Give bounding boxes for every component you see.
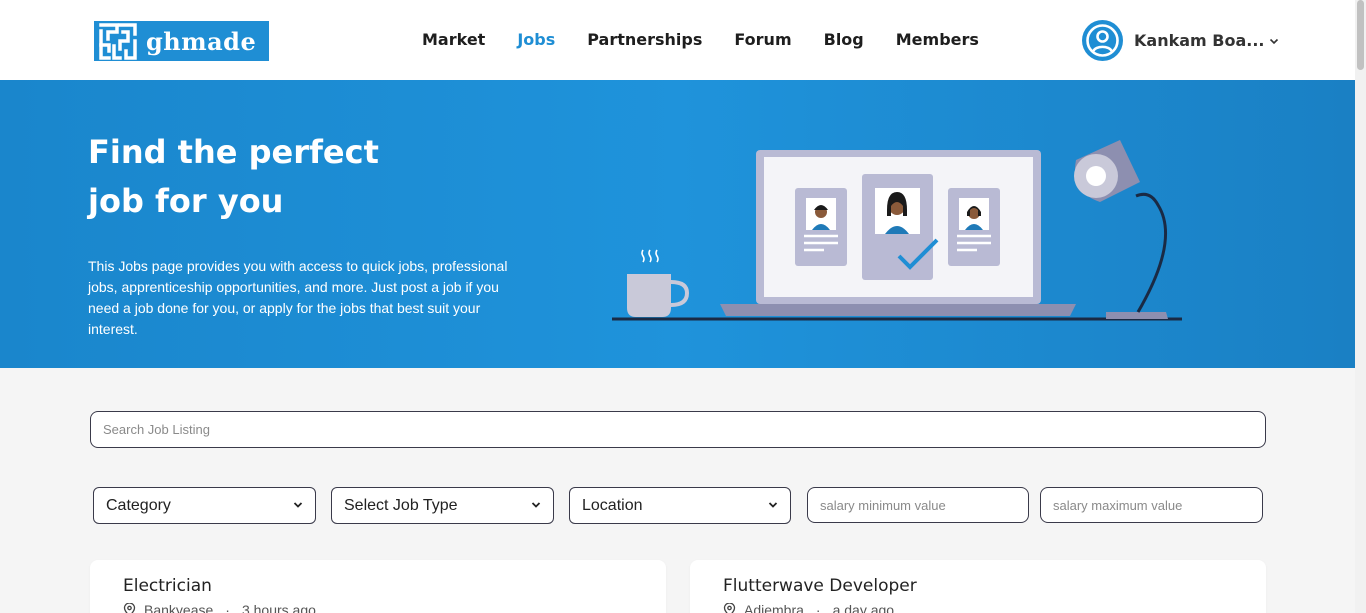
job-location: Adiembra: [744, 602, 804, 613]
category-select-value: Category: [106, 496, 171, 514]
scrollbar-thumb[interactable]: [1357, 0, 1364, 70]
job-type-select[interactable]: Select Job Type: [331, 487, 554, 524]
job-title[interactable]: Electrician: [123, 576, 212, 596]
salary-min-input[interactable]: [807, 487, 1029, 523]
location-select[interactable]: Location: [569, 487, 791, 524]
chevron-down-icon: [768, 497, 778, 515]
location-select-value: Location: [582, 496, 643, 514]
job-search-illustration: [612, 140, 1182, 321]
chevron-down-icon: [531, 497, 541, 515]
job-meta: Adiembra · a day ago: [723, 602, 894, 613]
hero-title: Find the perfect job for you: [88, 128, 508, 226]
nav-partnerships[interactable]: Partnerships: [587, 28, 702, 52]
job-location: Bankyease: [144, 602, 214, 613]
hero-banner: Find the perfect job for you This Jobs p…: [0, 80, 1355, 368]
nav-jobs[interactable]: Jobs: [517, 28, 555, 52]
brand-name: ghmade: [146, 26, 257, 56]
chevron-down-icon: [293, 497, 303, 515]
location-pin-icon: [123, 603, 136, 613]
job-type-select-value: Select Job Type: [344, 496, 458, 514]
top-header: ghmade Market Jobs Partnerships Forum Bl…: [0, 0, 1355, 80]
hero-description: This Jobs page provides you with access …: [88, 258, 508, 337]
nav-members[interactable]: Members: [896, 28, 979, 52]
nav-blog[interactable]: Blog: [824, 28, 864, 52]
main-nav: Market Jobs Partnerships Forum Blog Memb…: [422, 28, 1011, 52]
nav-forum[interactable]: Forum: [734, 28, 791, 52]
job-card[interactable]: Electrician Bankyease · 3 hours ago: [90, 560, 666, 613]
job-card[interactable]: Flutterwave Developer Adiembra · a day a…: [690, 560, 1266, 613]
location-pin-icon: [723, 603, 736, 613]
hero-title-line-1: Find the perfect: [88, 133, 379, 171]
meta-separator: ·: [815, 602, 821, 613]
chevron-down-icon[interactable]: [1268, 35, 1280, 47]
user-menu[interactable]: Kankam Boa...: [1082, 20, 1280, 61]
job-title[interactable]: Flutterwave Developer: [723, 576, 917, 596]
job-meta: Bankyease · 3 hours ago: [123, 602, 316, 613]
brand-logo[interactable]: ghmade: [94, 21, 269, 61]
job-posted-time: a day ago: [832, 602, 895, 613]
maze-logo-icon: [94, 21, 142, 61]
search-input[interactable]: [90, 411, 1266, 448]
page-scrollbar[interactable]: [1355, 0, 1366, 613]
user-avatar-icon[interactable]: [1082, 20, 1123, 61]
job-posted-time: 3 hours ago: [241, 602, 316, 613]
nav-market[interactable]: Market: [422, 28, 485, 52]
meta-separator: ·: [225, 602, 230, 613]
category-select[interactable]: Category: [93, 487, 316, 524]
user-name[interactable]: Kankam Boa...: [1134, 31, 1264, 50]
hero-title-line-2: job for you: [88, 182, 284, 220]
salary-max-input[interactable]: [1040, 487, 1263, 523]
